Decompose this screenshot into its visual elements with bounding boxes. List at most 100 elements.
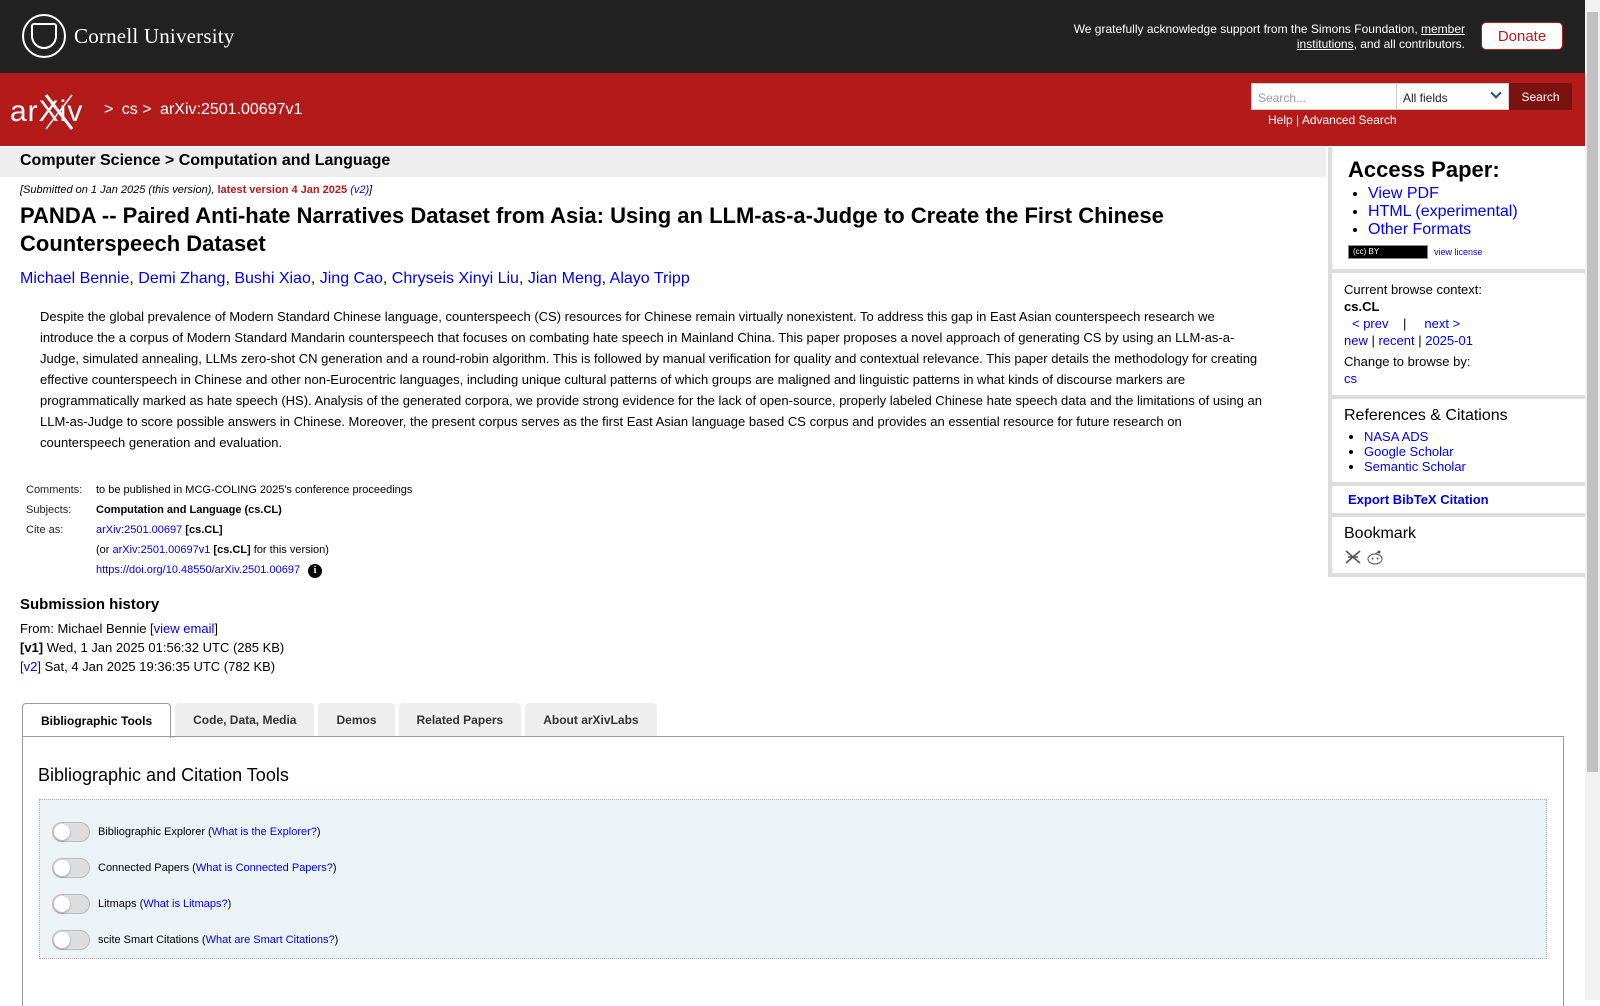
author-link[interactable]: Chryseis Xinyi Liu (392, 270, 519, 287)
tool-info-link[interactable]: What is Connected Papers? (196, 862, 333, 874)
paper-title: PANDA -- Paired Anti-hate Narratives Dat… (20, 203, 1164, 256)
view-license-link[interactable]: view license (1434, 247, 1483, 257)
browse-cs-link[interactable]: cs (1344, 371, 1357, 386)
info-icon[interactable]: i (308, 564, 323, 578)
cornell-header: Cornell University We gratefully acknowl… (0, 0, 1585, 73)
author-link[interactable]: Michael Bennie (20, 270, 129, 287)
nasa-ads-link[interactable]: NASA ADS (1364, 429, 1428, 444)
subjects-label: Subjects: (26, 504, 72, 516)
v2-text: Sat, 4 Jan 2025 19:36:35 UTC (782 KB) (40, 659, 276, 674)
main-content: [Submitted on 1 Jan 2025 (this version),… (20, 184, 1300, 676)
tools-heading: Bibliographic and Citation Tools (38, 765, 289, 785)
chevron-down-icon (1490, 87, 1502, 99)
history-v2: [v2] Sat, 4 Jan 2025 19:36:35 UTC (782 K… (20, 657, 1300, 676)
recent-link[interactable]: recent (1378, 333, 1414, 348)
advanced-search-link[interactable]: Advanced Search (1302, 113, 1397, 127)
semantic-scholar-link[interactable]: Semantic Scholar (1364, 459, 1466, 474)
author-link[interactable]: Demi Zhang (138, 270, 225, 287)
donate-button[interactable]: Donate (1481, 22, 1563, 50)
tab-related-papers[interactable]: Related Papers (398, 703, 522, 737)
search-input[interactable]: Search... (1251, 83, 1397, 110)
comments-row: Comments: to be published in MCG-COLING … (22, 481, 416, 499)
tool-bibliographic-explorer: Bibliographic Explorer (What is the Expl… (52, 814, 1534, 850)
subject-header: Computer Science > Computation and Langu… (0, 147, 1326, 177)
crumb-cs-link[interactable]: cs (122, 101, 138, 118)
scite-toggle[interactable] (52, 930, 90, 950)
doi-row: https://doi.org/10.48550/arXiv.2501.0069… (22, 561, 416, 581)
connected-papers-toggle[interactable] (52, 858, 90, 878)
month-link[interactable]: 2025-01 (1425, 333, 1473, 348)
cc-by-badge[interactable]: (cc) BY (1348, 245, 1428, 259)
svg-text:arXiv: arXiv (10, 95, 83, 128)
author-link[interactable]: Jian Meng (528, 270, 602, 287)
page-scrollbar[interactable] (1585, 0, 1600, 1000)
export-bibtex-link[interactable]: Export BibTeX Citation (1348, 492, 1489, 507)
tool-info-link[interactable]: What is the Explorer? (212, 826, 317, 838)
tab-demos[interactable]: Demos (318, 703, 395, 737)
or-post: for this version) (250, 544, 329, 556)
comments-value: to be published in MCG-COLING 2025's con… (96, 484, 413, 496)
v2-history-link[interactable]: [v2] (20, 659, 41, 674)
bookmark-icons (1344, 549, 1573, 565)
tab-bibliographic-tools[interactable]: Bibliographic Tools (22, 703, 172, 738)
subjects-value: Computation and Language (cs.CL) (96, 504, 282, 516)
author-link[interactable]: Alayo Tripp (610, 270, 690, 287)
cite-id-link[interactable]: arXiv:2501.00697 (96, 524, 182, 536)
google-scholar-link[interactable]: Google Scholar (1364, 444, 1454, 459)
tools-list: Bibliographic Explorer (What is the Expl… (39, 799, 1547, 959)
tab-about-arxivlabs[interactable]: About arXivLabs (525, 703, 657, 737)
access-heading: Access Paper: (1348, 157, 1500, 182)
next-link[interactable]: next > (1424, 316, 1460, 331)
refs-heading: References & Citations (1344, 407, 1508, 424)
crumb-separator: > (104, 101, 114, 118)
cite-version-link[interactable]: arXiv:2501.00697v1 (113, 544, 211, 556)
subjects-row: Subjects: Computation and Language (cs.C… (22, 501, 416, 519)
help-link[interactable]: Help (1268, 113, 1293, 127)
prev-next: < prev | next > (1352, 315, 1573, 332)
author-link[interactable]: Bushi Xiao (234, 270, 311, 287)
cite-row: Cite as: arXiv:2501.00697 [cs.CL] (22, 521, 416, 539)
explorer-toggle[interactable] (52, 822, 90, 842)
other-formats-link[interactable]: Other Formats (1368, 221, 1471, 238)
new-link[interactable]: new (1344, 333, 1368, 348)
subject-title: Computer Science > Computation and Langu… (20, 152, 391, 169)
access-panel: Access Paper: View PDF HTML (experimenta… (1328, 147, 1585, 273)
breadcrumb: > cs > arXiv:2501.00697v1 (104, 101, 306, 119)
bibtex-panel: Export BibTeX Citation (1328, 486, 1585, 517)
submission-dateline: [Submitted on 1 Jan 2025 (this version),… (20, 184, 1300, 196)
tool-info-link[interactable]: What are Smart Citations? (206, 934, 335, 946)
litmaps-toggle[interactable] (52, 894, 90, 914)
search-button[interactable]: Search (1509, 83, 1572, 110)
references-panel: References & Citations NASA ADS Google S… (1328, 399, 1585, 486)
browse-panel: Current browse context: cs.CL < prev | n… (1328, 273, 1585, 399)
html-link[interactable]: HTML (experimental) (1368, 203, 1518, 220)
field-selected-value: All fields (1403, 91, 1448, 105)
view-pdf-link[interactable]: View PDF (1368, 185, 1439, 202)
view-email-link[interactable]: view email (154, 621, 215, 636)
bibliographic-tools-panel: Bibliographic and Citation Tools Bibliog… (22, 736, 1564, 1006)
bibsonomy-icon[interactable] (1344, 549, 1362, 565)
cite-category: [cs.CL] (185, 524, 223, 536)
sidebar: Access Paper: View PDF HTML (experimenta… (1328, 147, 1585, 577)
tool-info-link[interactable]: What is Litmaps? (143, 898, 227, 910)
cornell-name: Cornell University (74, 23, 235, 48)
prev-link[interactable]: < prev (1352, 316, 1389, 331)
search-field-select[interactable]: All fields (1396, 83, 1509, 110)
from-pre: From: Michael Bennie [ (20, 621, 154, 636)
tab-code-data-media[interactable]: Code, Data, Media (175, 703, 315, 737)
support-post: , and all contributors. (1353, 37, 1465, 51)
cornell-logo[interactable]: Cornell University (22, 14, 235, 58)
arxiv-logo-icon[interactable]: arXiv (10, 91, 100, 131)
doi-link[interactable]: https://doi.org/10.48550/arXiv.2501.0069… (96, 564, 300, 576)
reddit-icon[interactable] (1366, 549, 1384, 565)
tool-name: Connected Papers (98, 862, 190, 874)
scrollbar-thumb[interactable] (1587, 12, 1598, 772)
support-pre: We gratefully acknowledge support from t… (1073, 22, 1421, 36)
v2-link[interactable]: (v2) (350, 184, 369, 196)
author-link[interactable]: Jing Cao (320, 270, 383, 287)
submission-history: Submission history From: Michael Bennie … (20, 595, 1300, 676)
dateline-post: ] (369, 184, 373, 196)
crumb-paper-id: arXiv:2501.00697v1 (160, 101, 303, 118)
from-post: ] (214, 621, 218, 636)
tool-name: Bibliographic Explorer (98, 826, 205, 838)
